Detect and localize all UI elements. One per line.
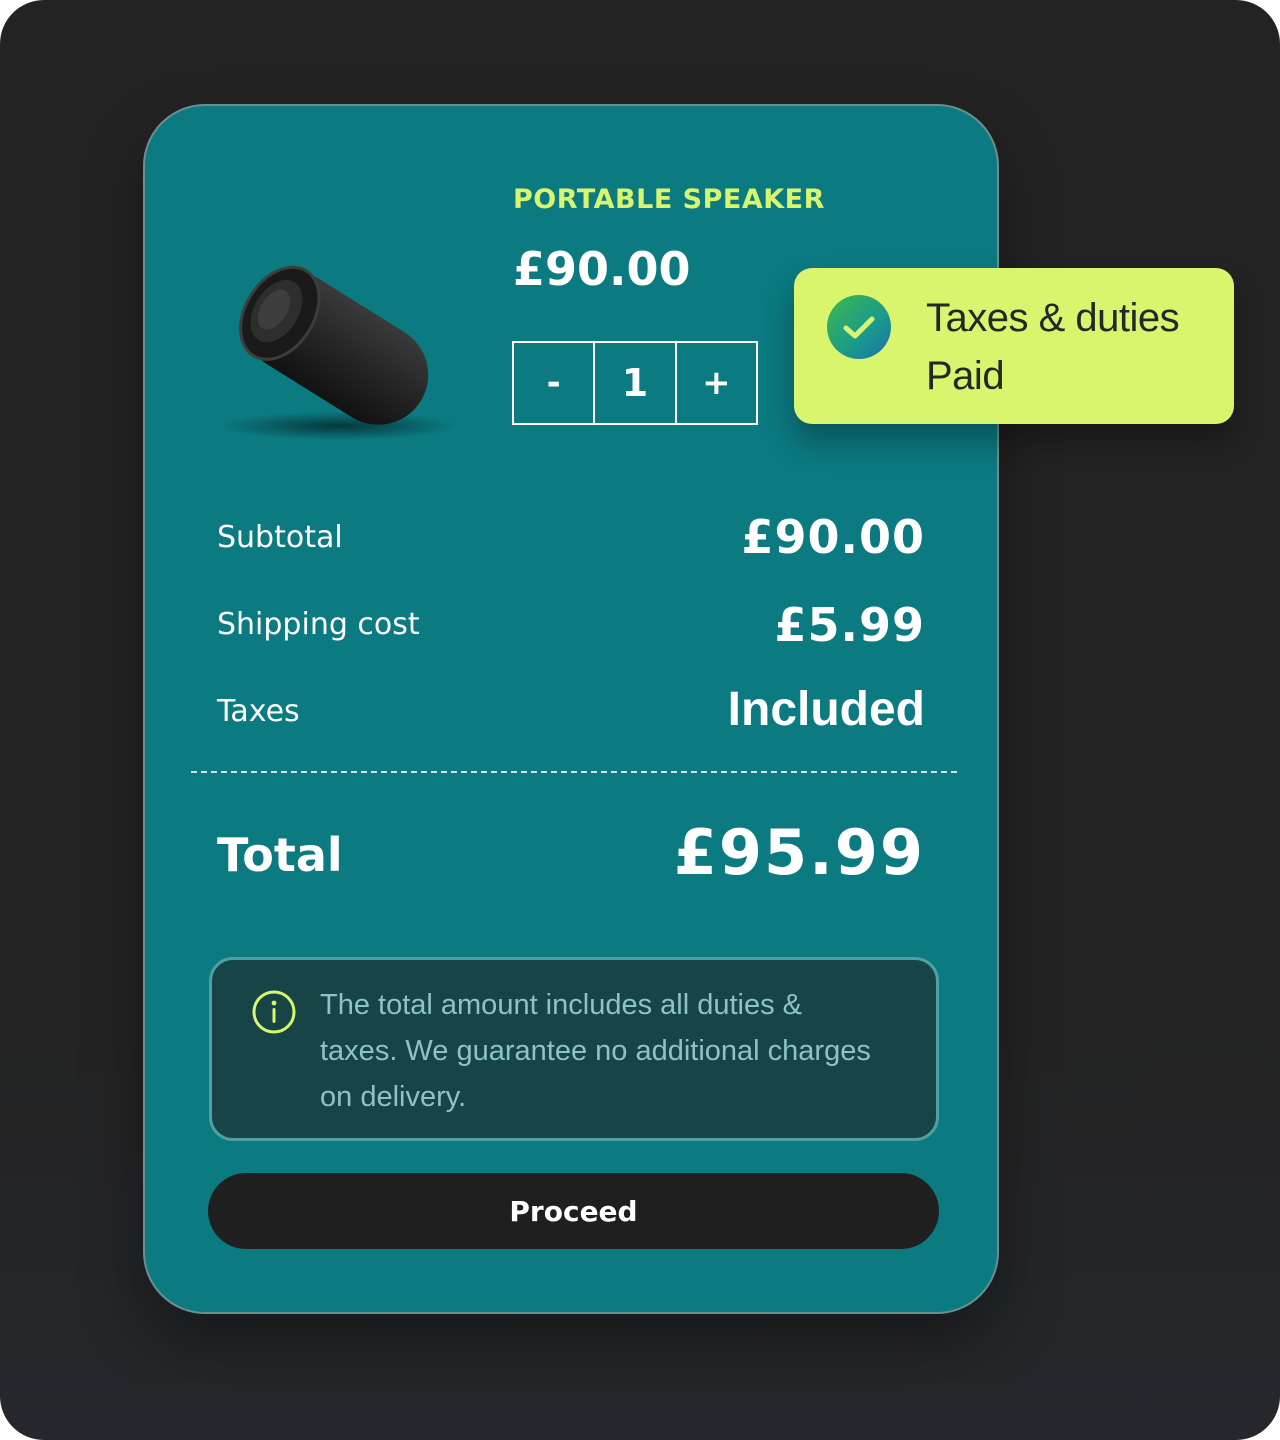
proceed-button[interactable]: Proceed bbox=[208, 1173, 939, 1249]
info-text: The total amount includes all duties & t… bbox=[320, 989, 871, 1113]
quantity-stepper: - 1 + bbox=[512, 341, 758, 425]
total-value: £95.99 bbox=[673, 816, 925, 889]
increment-button[interactable]: + bbox=[674, 343, 756, 423]
decrement-button[interactable]: - bbox=[514, 343, 593, 423]
total-label: Total bbox=[217, 828, 343, 882]
summary-divider bbox=[191, 771, 957, 773]
info-icon bbox=[252, 990, 296, 1034]
taxes-paid-badge: Taxes & duties Paid bbox=[794, 268, 1234, 424]
taxes-label: Taxes bbox=[217, 694, 300, 729]
check-circle-icon bbox=[827, 295, 891, 359]
badge-status: Paid bbox=[926, 354, 1005, 398]
shipping-label: Shipping cost bbox=[217, 607, 420, 642]
taxes-value: Included bbox=[727, 683, 925, 736]
subtotal-label: Subtotal bbox=[217, 520, 343, 555]
info-notice: The total amount includes all duties & t… bbox=[209, 957, 939, 1141]
product-name: PORTABLE SPEAKER bbox=[513, 184, 825, 215]
speaker-image bbox=[221, 265, 457, 440]
product-price: £90.00 bbox=[513, 242, 691, 296]
quantity-value[interactable]: 1 bbox=[593, 343, 674, 423]
page-background: PORTABLE SPEAKER £90.00 - 1 + Subtotal £… bbox=[0, 0, 1280, 1440]
shipping-value: £5.99 bbox=[774, 598, 925, 652]
badge-title: Taxes & duties bbox=[926, 296, 1180, 340]
subtotal-value: £90.00 bbox=[741, 510, 925, 564]
